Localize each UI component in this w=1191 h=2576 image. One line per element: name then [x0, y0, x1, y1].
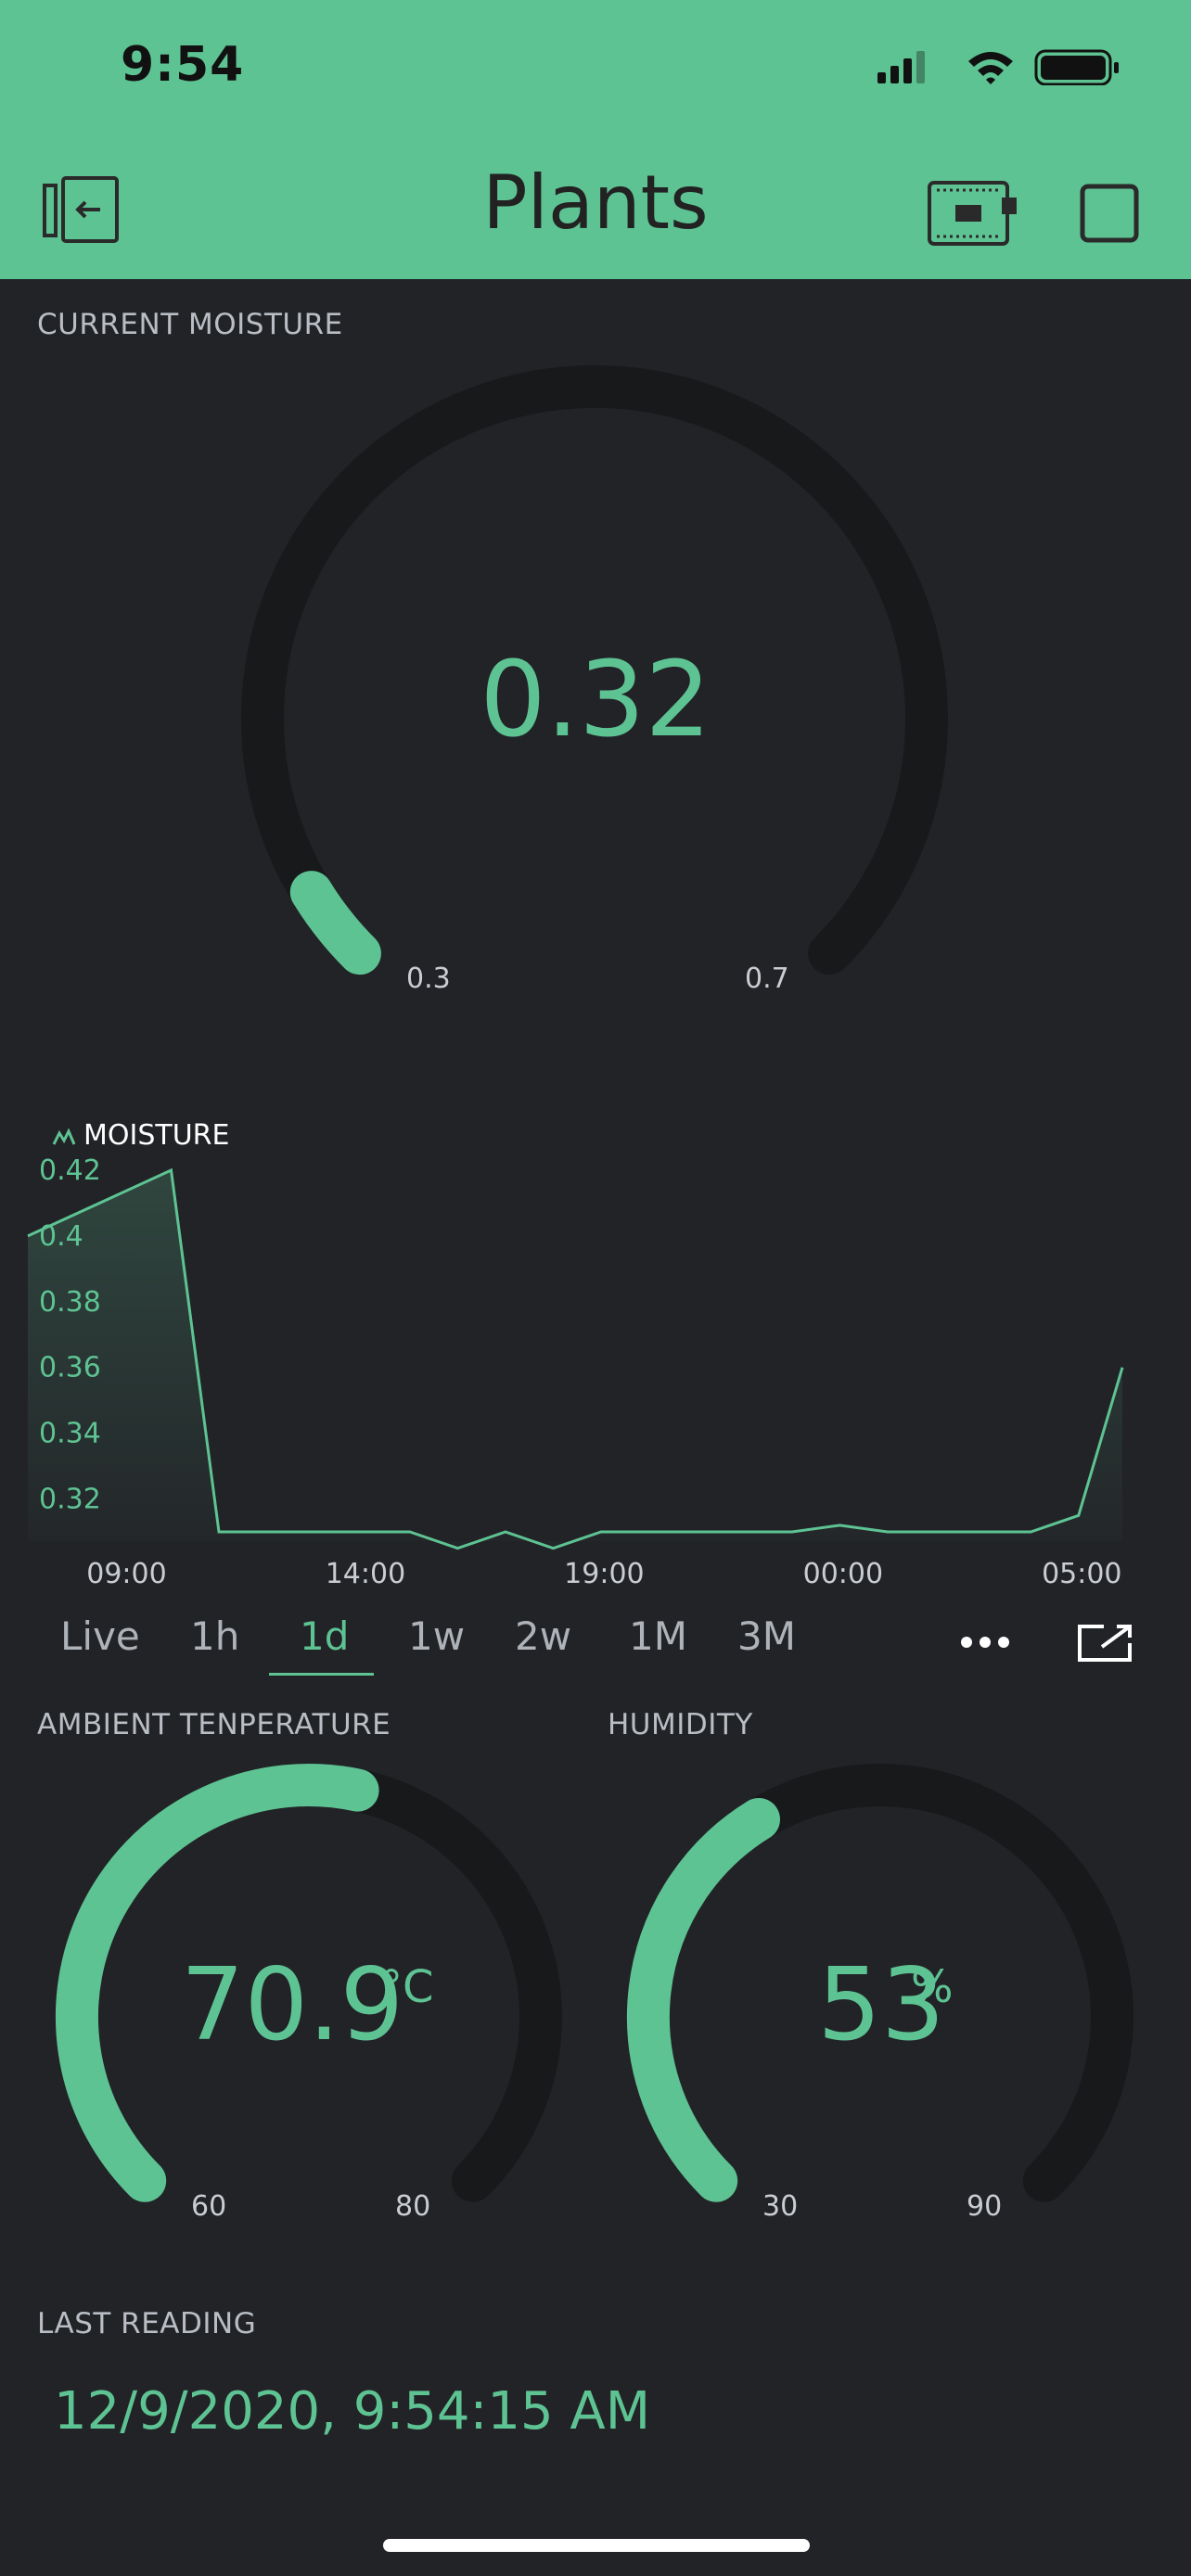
chart-legend-label: MOISTURE: [83, 1119, 229, 1152]
moisture-max: 0.7: [745, 963, 789, 995]
humidity-min: 30: [762, 2190, 799, 2223]
wifi-icon: [968, 52, 1013, 84]
home-indicator: [383, 2539, 810, 2552]
moisture-chart[interactable]: MOISTURE 0.42 0.4 0.38 0.36 0.34 0.32 09:00 14:0…: [0, 1103, 1191, 1623]
period-1h[interactable]: 1h: [190, 1613, 239, 1659]
gauge-fill: [626, 1798, 780, 2202]
chart-x-tick-label: 09:00: [86, 1558, 166, 1590]
last-reading-label: LAST READING: [37, 2307, 257, 2340]
chart-y-tick-label: 0.32: [39, 1484, 101, 1516]
line-chart-icon: [52, 1128, 76, 1145]
chart-x-tick-label: 00:00: [803, 1558, 883, 1590]
battery-icon: [1034, 49, 1119, 85]
moisture-value: 0.32: [480, 640, 711, 760]
chart-y-tick-label: 0.38: [39, 1286, 101, 1319]
temperature-min: 60: [191, 2190, 227, 2223]
chart-y-tick-label: 0.34: [39, 1418, 101, 1450]
chart-x-tick-label: 14:00: [326, 1558, 405, 1590]
device-board-icon[interactable]: [928, 181, 1020, 248]
period-1m[interactable]: 1M: [629, 1613, 687, 1659]
more-horizontal-icon[interactable]: [959, 1635, 1011, 1650]
cellular-signal-icon: [877, 51, 925, 83]
chart-area-fill: [28, 1170, 1122, 1549]
humidity-value: 53: [817, 1947, 945, 2063]
gauge-fill: [289, 871, 381, 976]
period-1d[interactable]: 1d: [300, 1613, 349, 1659]
status-time: 9:54: [121, 37, 245, 93]
humidity-max: 90: [967, 2190, 1003, 2223]
chart-y-tick-label: 0.36: [39, 1352, 101, 1384]
chart-y-tick-label: 0.42: [39, 1154, 101, 1187]
period-1w[interactable]: 1w: [408, 1613, 465, 1659]
moisture-chart-svg: MOISTURE0.42 0.4 0.38 0.36 0.34 0.32 09:00 14:0…: [27, 1119, 1124, 1590]
square-icon[interactable]: [1080, 184, 1139, 243]
chart-x-tick-label: 05:00: [1042, 1558, 1121, 1590]
humidity-unit: %: [911, 1961, 954, 2013]
current-moisture-label: CURRENT MOISTURE: [37, 308, 343, 341]
ambient-temperature-label: AMBIENT TENPERATURE: [37, 1708, 391, 1741]
moisture-min: 0.3: [406, 963, 451, 995]
period-2w[interactable]: 2w: [515, 1613, 571, 1659]
chart-x-tick-label: 19:00: [564, 1558, 644, 1590]
app-header: 9:54 Plants: [0, 0, 1191, 279]
share-external-icon[interactable]: [1076, 1623, 1135, 1664]
period-selected-underline: [269, 1673, 374, 1676]
last-reading-value: 12/9/2020, 9:54:15 AM: [54, 2381, 651, 2442]
humidity-label: HUMIDITY: [608, 1708, 753, 1741]
status-icons: [877, 49, 1119, 85]
chart-y-tick-label: 0.4: [39, 1220, 83, 1253]
temperature-max: 80: [395, 2190, 431, 2223]
temperature-unit: °C: [380, 1961, 434, 2013]
period-3m[interactable]: 3M: [737, 1613, 796, 1659]
period-live[interactable]: Live: [60, 1613, 140, 1659]
